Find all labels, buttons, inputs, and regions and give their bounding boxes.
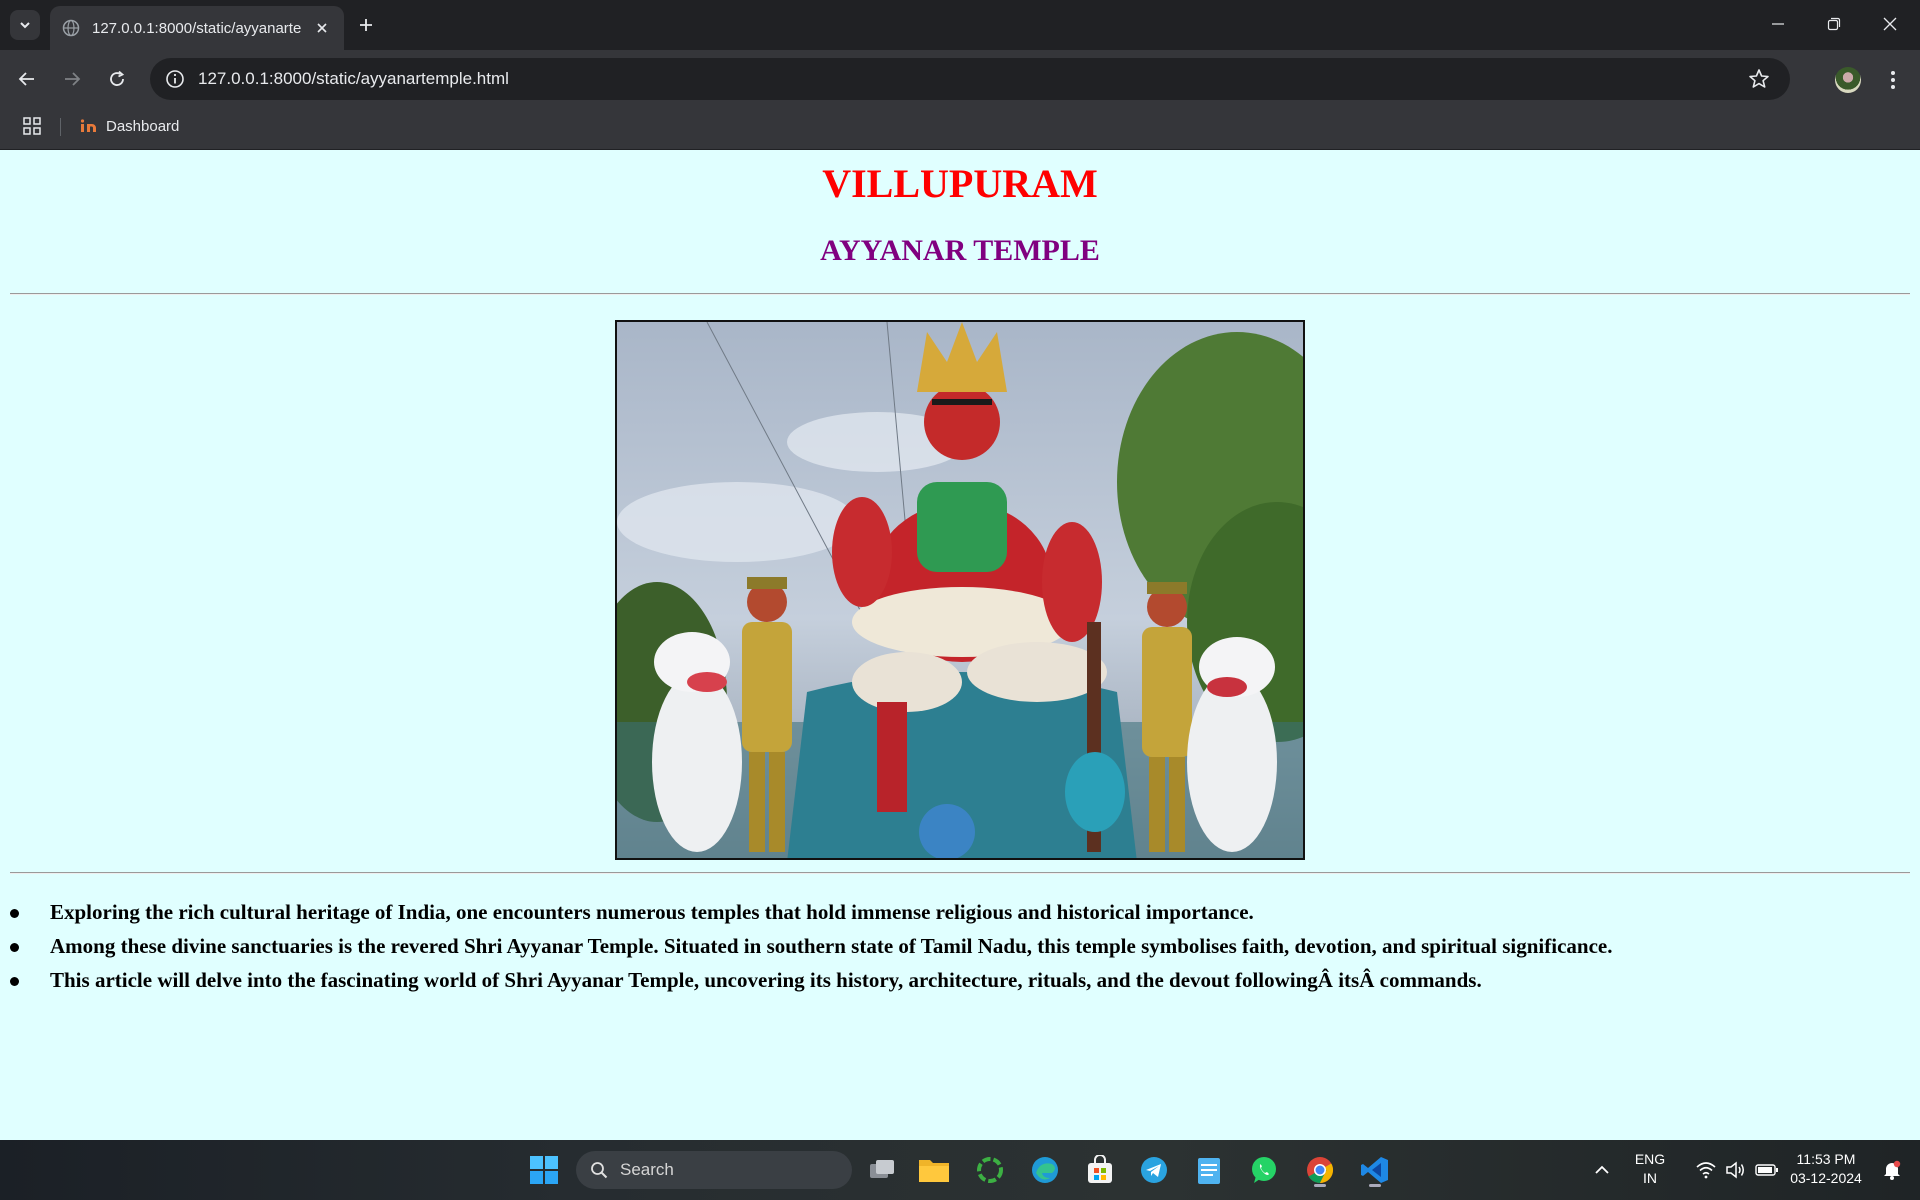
- whatsapp-icon: [1252, 1157, 1276, 1183]
- windows-taskbar: Search ENG IN 11:53 PM 03-12-2024: [0, 1140, 1920, 1200]
- wifi-icon: [1696, 1162, 1716, 1179]
- taskbar-search-box[interactable]: Search: [576, 1151, 852, 1189]
- address-bar[interactable]: 127.0.0.1:8000/static/ayyanartemple.html: [150, 58, 1790, 100]
- notifications-button[interactable]: [1874, 1150, 1910, 1190]
- horizontal-rule-top: [10, 293, 1910, 295]
- close-window-button[interactable]: [1862, 0, 1918, 48]
- forward-button[interactable]: [57, 64, 87, 94]
- task-view-button[interactable]: [862, 1150, 902, 1190]
- vscode-icon: [1361, 1157, 1388, 1183]
- temple-statue-illustration: [617, 322, 1303, 858]
- show-hidden-icons-button[interactable]: [1582, 1150, 1622, 1190]
- new-tab-button[interactable]: [352, 11, 380, 39]
- bookmark-dashboard[interactable]: Dashboard: [80, 114, 179, 138]
- url-text[interactable]: 127.0.0.1:8000/static/ayyanartemple.html: [198, 69, 509, 89]
- close-icon: [1883, 17, 1897, 31]
- arrow-right-icon: [65, 72, 81, 86]
- clock-time: 11:53 PM: [1796, 1151, 1856, 1167]
- region-code: IN: [1643, 1170, 1657, 1186]
- arrow-left-icon: [18, 72, 34, 86]
- bookmark-label: Dashboard: [106, 117, 180, 135]
- clock-date: 03-12-2024: [1790, 1170, 1862, 1186]
- web-page: VILLUPURAM AYYANAR TEMPLE Exploring the …: [0, 150, 1920, 1140]
- windows-start-icon: [530, 1156, 558, 1184]
- restore-icon: [1827, 17, 1841, 31]
- notepad-button[interactable]: [1189, 1150, 1229, 1190]
- search-placeholder: Search: [620, 1160, 674, 1179]
- site-info-icon[interactable]: [154, 58, 196, 100]
- profile-avatar[interactable]: [1835, 67, 1861, 93]
- description-list: Exploring the rich cultural heritage of …: [10, 895, 1890, 997]
- apps-grid-icon[interactable]: [22, 116, 42, 136]
- running-indicator: [1314, 1184, 1326, 1187]
- temple-image: [615, 320, 1305, 860]
- bookmarks-bar: [0, 108, 1920, 150]
- vscode-button[interactable]: [1355, 1150, 1395, 1190]
- tab-search-button[interactable]: [10, 10, 40, 40]
- list-item: Among these divine sanctuaries is the re…: [10, 929, 1890, 963]
- restore-button[interactable]: [1806, 0, 1862, 48]
- notepad-icon: [1198, 1158, 1220, 1184]
- horizontal-rule-bottom: [10, 872, 1910, 874]
- start-button[interactable]: [524, 1150, 564, 1190]
- chrome-icon: [1307, 1157, 1334, 1184]
- reload-button[interactable]: [102, 64, 132, 94]
- close-tab-icon[interactable]: [312, 18, 332, 38]
- running-indicator: [1369, 1184, 1381, 1187]
- store-icon: [1088, 1155, 1112, 1183]
- browser-tab[interactable]: 127.0.0.1:8000/static/ayyanartemple.html: [50, 6, 344, 50]
- language-indicator[interactable]: ENG IN: [1622, 1150, 1678, 1188]
- whatsapp-button[interactable]: [1244, 1150, 1284, 1190]
- battery-icon: [1755, 1164, 1778, 1176]
- telegram-icon: [1141, 1157, 1167, 1183]
- more-vertical-icon: [1891, 71, 1895, 89]
- browser-toolbar: 127.0.0.1:8000/static/ayyanartemple.html: [0, 50, 1920, 108]
- search-icon: [591, 1162, 608, 1179]
- page-title: VILLUPURAM: [822, 161, 1098, 206]
- minimize-button[interactable]: [1750, 0, 1806, 48]
- app-button[interactable]: [970, 1150, 1010, 1190]
- bookmarks-separator: [60, 118, 61, 136]
- file-explorer-button[interactable]: [914, 1150, 954, 1190]
- app-icon: [977, 1157, 1003, 1183]
- clock[interactable]: 11:53 PM 03-12-2024: [1780, 1150, 1872, 1188]
- store-button[interactable]: [1080, 1150, 1120, 1190]
- in-logo-icon: [80, 119, 96, 132]
- edge-icon: [1032, 1157, 1058, 1183]
- globe-icon: [62, 19, 80, 37]
- list-item: This article will delve into the fascina…: [10, 963, 1890, 997]
- browser-tab-strip: 127.0.0.1:8000/static/ayyanartemple.html: [0, 0, 1920, 50]
- back-button[interactable]: [12, 64, 42, 94]
- language-code: ENG: [1634, 1151, 1666, 1167]
- list-item: Exploring the rich cultural heritage of …: [10, 895, 1890, 929]
- task-view-icon: [870, 1160, 894, 1178]
- chrome-button[interactable]: [1300, 1150, 1340, 1190]
- page-subtitle: AYYANAR TEMPLE: [820, 234, 1100, 267]
- browser-menu-button[interactable]: [1880, 65, 1906, 95]
- file-explorer-icon: [919, 1160, 949, 1182]
- chevron-up-icon: [1595, 1165, 1609, 1174]
- telegram-button[interactable]: [1134, 1150, 1174, 1190]
- tab-title: 127.0.0.1:8000/static/ayyanartemple.html: [92, 19, 302, 37]
- edge-button[interactable]: [1025, 1150, 1065, 1190]
- bookmark-star-icon[interactable]: [1748, 68, 1770, 90]
- minimize-icon: [1772, 23, 1784, 25]
- plus-icon: [360, 19, 372, 31]
- volume-icon: [1726, 1161, 1744, 1179]
- chevron-down-icon: [20, 22, 30, 29]
- bell-icon: [1884, 1160, 1901, 1180]
- system-tray-quick-settings[interactable]: [1682, 1150, 1792, 1190]
- reload-icon: [110, 70, 125, 86]
